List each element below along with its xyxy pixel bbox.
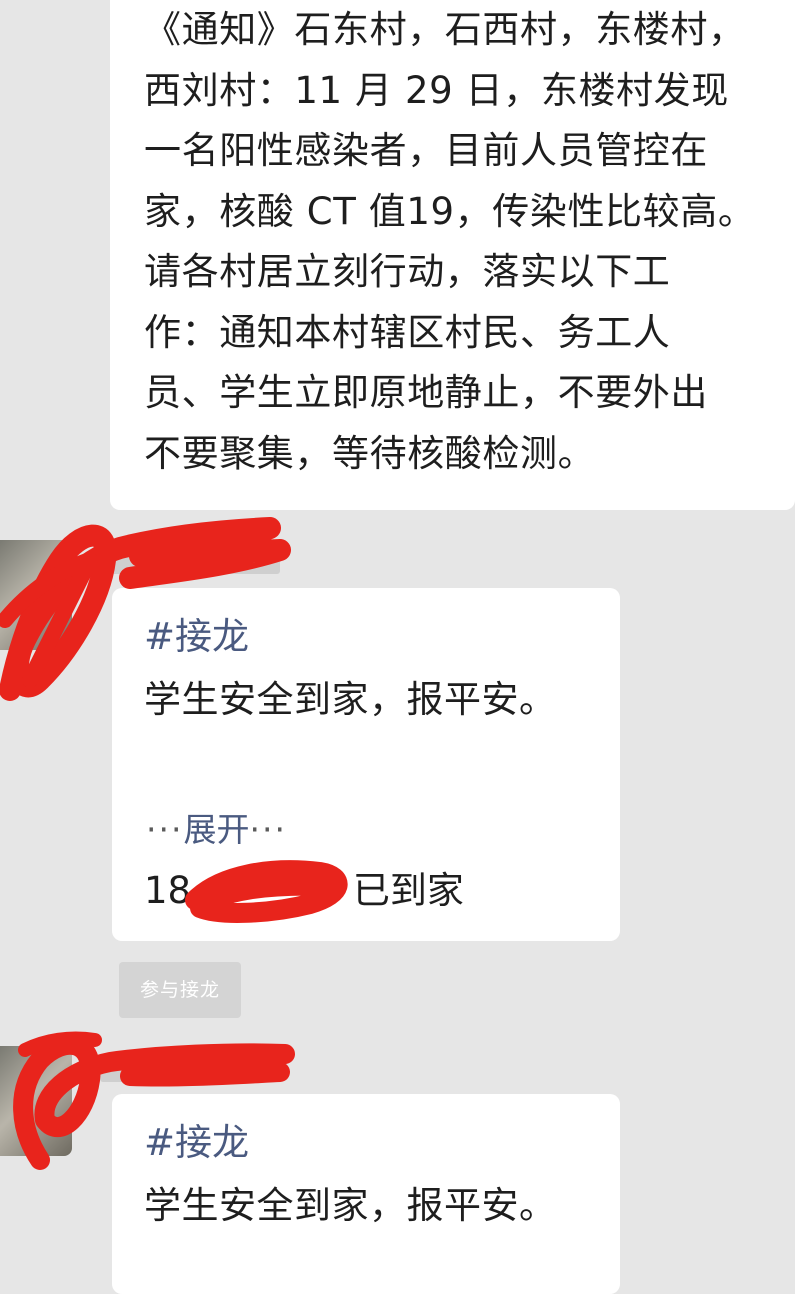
participate-jielong-button[interactable]: 参与接龙 (119, 962, 241, 1018)
jielong-message-bubble[interactable]: #接龙 学生安全到家，报平安。 (112, 1094, 620, 1294)
notice-message-text: 《通知》石东村，石西村，东楼村， 西刘村：11 月 29 日，东楼村发现 一名阳… (144, 8, 756, 475)
jielong-hashtag[interactable]: #接龙 (144, 610, 620, 664)
expand-link[interactable]: ···展开··· (146, 806, 287, 854)
entry-number: 18. (144, 869, 203, 912)
entry-suffix: 已到家 (352, 869, 464, 912)
jielong-message-bubble[interactable]: #接龙 学生安全到家，报平安。 ···展开··· 18. 已到家 (112, 588, 620, 941)
jielong-body-text: 学生安全到家，报平安。 (144, 678, 557, 721)
jielong-entry-18: 18. 已到家 (144, 864, 464, 918)
sender-name-redacted (100, 1056, 280, 1082)
jielong-hashtag[interactable]: #接龙 (144, 1116, 620, 1170)
expand-dots-left: ··· (146, 810, 184, 849)
expand-label: 展开 (183, 810, 250, 849)
sender-name-redacted (100, 548, 280, 574)
jielong-body-text: 学生安全到家，报平安。 (144, 1184, 557, 1227)
sender-avatar[interactable] (0, 540, 72, 650)
notice-message-bubble[interactable]: 《通知》石东村，石西村，东楼村， 西刘村：11 月 29 日，东楼村发现 一名阳… (110, 0, 795, 510)
expand-dots-right: ··· (249, 810, 287, 849)
sender-avatar[interactable] (0, 1046, 72, 1156)
